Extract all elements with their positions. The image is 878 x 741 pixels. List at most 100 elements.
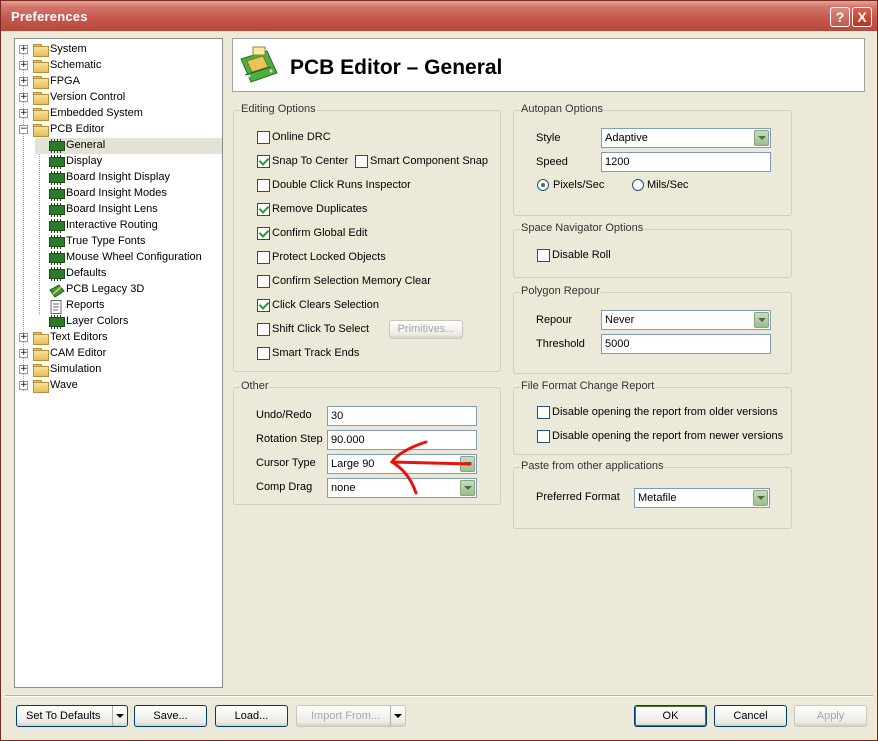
editing-option-checkbox[interactable] <box>257 275 270 288</box>
tree-item[interactable]: Interactive Routing <box>15 218 222 234</box>
load-label: Load... <box>234 710 269 722</box>
tree-item[interactable]: + Version Control <box>15 90 222 106</box>
title-bar[interactable]: Preferences ? X <box>1 1 877 31</box>
repour-select[interactable]: Never <box>601 310 771 330</box>
tree-item[interactable]: + Embedded System <box>15 106 222 122</box>
help-icon: ? <box>835 9 845 25</box>
expand-icon[interactable]: + <box>19 333 28 342</box>
disable-newer-report-checkbox[interactable] <box>537 430 550 443</box>
tree-item[interactable]: Reports <box>15 298 222 314</box>
editing-option-label: Click Clears Selection <box>272 299 379 311</box>
tree-item-label: PCB Editor <box>50 123 105 135</box>
set-to-defaults-button[interactable]: Set To Defaults <box>16 705 128 727</box>
expand-icon[interactable]: + <box>19 45 28 54</box>
preferred-format-select[interactable]: Metafile <box>634 488 770 508</box>
chevron-down-icon[interactable] <box>754 130 769 146</box>
editing-option-checkbox[interactable] <box>257 347 270 360</box>
chevron-down-icon[interactable] <box>754 312 769 328</box>
expand-icon[interactable]: + <box>19 77 28 86</box>
help-button[interactable]: ? <box>830 7 850 27</box>
disable-roll-checkbox[interactable] <box>537 249 550 262</box>
style-label: Style <box>536 132 561 144</box>
space-navigator-title: Space Navigator Options <box>520 222 645 234</box>
primitives-label: Primitives... <box>397 323 455 335</box>
editing-option-checkbox[interactable] <box>257 155 270 168</box>
tree-item[interactable]: − PCB Editor <box>15 122 222 138</box>
expand-icon[interactable]: + <box>19 349 28 358</box>
chip-icon <box>49 251 65 265</box>
tree-item[interactable]: + Text Editors <box>15 330 222 346</box>
tree-item[interactable]: General <box>35 138 222 154</box>
tree-item-label: Mouse Wheel Configuration <box>66 251 202 263</box>
tree-item[interactable]: + System <box>15 42 222 58</box>
dropdown-arrow-icon[interactable] <box>112 706 127 726</box>
editing-option-checkbox[interactable] <box>257 131 270 144</box>
close-button[interactable]: X <box>852 7 872 27</box>
collapse-icon[interactable]: − <box>19 125 28 134</box>
editing-option-checkbox[interactable] <box>257 323 270 336</box>
expand-icon[interactable]: + <box>19 93 28 102</box>
primitives-button[interactable]: Primitives... <box>389 320 463 339</box>
preferences-tree[interactable]: + System + Schematic + FPGA + Version Control + E… <box>14 38 223 688</box>
cursor-type-value: Large 90 <box>331 458 375 470</box>
report-icon <box>49 300 65 314</box>
ok-label: OK <box>662 710 679 722</box>
cancel-button[interactable]: Cancel <box>714 705 787 727</box>
save-button[interactable]: Save... <box>134 705 207 727</box>
tree-item[interactable]: Layer Colors <box>15 314 222 330</box>
apply-button[interactable]: Apply <box>794 705 867 727</box>
editing-option-checkbox[interactable] <box>257 251 270 264</box>
tree-item[interactable]: Board Insight Lens <box>15 202 222 218</box>
editing-option-label: Snap To Center <box>272 155 349 167</box>
expand-icon[interactable]: + <box>19 381 28 390</box>
tree-item[interactable]: + Simulation <box>15 362 222 378</box>
tree-item[interactable]: Display <box>15 154 222 170</box>
mils-per-sec-radio[interactable] <box>632 179 644 191</box>
tree-item[interactable]: + FPGA <box>15 74 222 90</box>
style-select[interactable]: Adaptive <box>601 128 771 148</box>
chip-icon <box>49 139 65 153</box>
editing-option-checkbox[interactable] <box>257 203 270 216</box>
threshold-label: Threshold <box>536 338 585 350</box>
editing-option-checkbox[interactable] <box>257 227 270 240</box>
editing-options-group: Editing Options Online DRC Snap To Center… <box>233 103 501 372</box>
tree-item[interactable]: True Type Fonts <box>15 234 222 250</box>
ok-button[interactable]: OK <box>634 705 707 727</box>
editing-option-checkbox[interactable] <box>257 299 270 312</box>
tree-item[interactable]: + CAM Editor <box>15 346 222 362</box>
tree-item[interactable]: Board Insight Display <box>15 170 222 186</box>
pcb-3d-icon <box>49 284 65 298</box>
polygon-repour-group: Polygon Repour Repour Never Threshold 50… <box>513 285 792 374</box>
import-from-button[interactable]: Import From... <box>296 705 406 727</box>
smart-component-snap-checkbox[interactable] <box>355 155 368 168</box>
tree-item[interactable]: Board Insight Modes <box>15 186 222 202</box>
tree-item[interactable]: + Wave <box>15 378 222 394</box>
tree-item[interactable]: Mouse Wheel Configuration <box>15 250 222 266</box>
annotation-arrow <box>389 440 472 495</box>
tree-item[interactable]: + Schematic <box>15 58 222 74</box>
editing-option-checkbox[interactable] <box>257 179 270 192</box>
page-header: PCB Editor – General <box>232 38 865 92</box>
tree-item-label: Board Insight Lens <box>66 203 158 215</box>
tree-item[interactable]: Defaults <box>15 266 222 282</box>
chip-icon <box>49 187 65 201</box>
dropdown-arrow-icon[interactable] <box>390 706 405 726</box>
folder-icon <box>33 92 49 105</box>
expand-icon[interactable]: + <box>19 109 28 118</box>
load-button[interactable]: Load... <box>215 705 288 727</box>
pixels-per-sec-radio[interactable] <box>537 179 549 191</box>
expand-icon[interactable]: + <box>19 61 28 70</box>
speed-input[interactable]: 1200 <box>601 152 771 172</box>
tree-item-label: General <box>66 139 106 151</box>
pcb-board-icon <box>240 46 278 83</box>
preferred-format-label: Preferred Format <box>536 491 620 503</box>
autopan-options-title: Autopan Options <box>520 103 604 115</box>
expand-icon[interactable]: + <box>19 365 28 374</box>
chevron-down-icon[interactable] <box>753 490 768 506</box>
tree-item-label: Version Control <box>50 91 126 103</box>
undo-redo-input[interactable]: 30 <box>327 406 477 426</box>
tree-item[interactable]: PCB Legacy 3D <box>15 282 222 298</box>
editing-option-label: Confirm Selection Memory Clear <box>272 275 431 287</box>
threshold-input[interactable]: 5000 <box>601 334 771 354</box>
disable-older-report-checkbox[interactable] <box>537 406 550 419</box>
